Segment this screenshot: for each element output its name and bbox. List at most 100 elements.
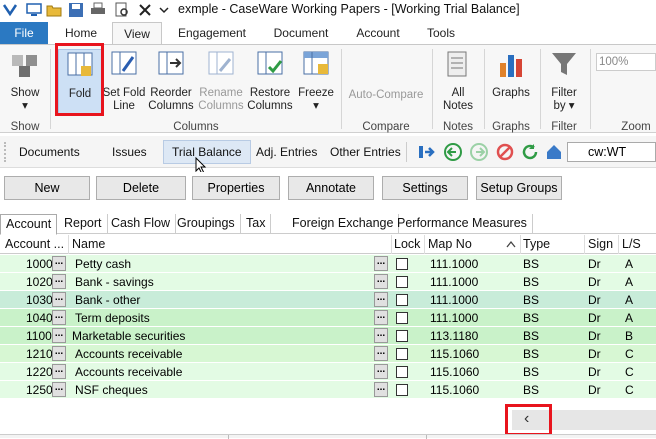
- reorder-columns-button[interactable]: Reorder Columns: [147, 49, 195, 113]
- open-folder-icon[interactable]: [46, 2, 62, 18]
- show-button[interactable]: Show ▾: [4, 49, 46, 113]
- chevron-down-icon[interactable]: [156, 2, 172, 18]
- close-icon[interactable]: [137, 2, 153, 18]
- account-lookup-button[interactable]: ...: [52, 364, 66, 379]
- tab-document[interactable]: Document: [266, 22, 336, 44]
- lock-checkbox[interactable]: [396, 276, 408, 288]
- tab-engagement[interactable]: Engagement: [170, 22, 254, 44]
- graphs-button[interactable]: Graphs: [488, 49, 534, 100]
- tab-foreign-exchange[interactable]: Foreign Exchange: [287, 214, 400, 234]
- refresh-icon[interactable]: [521, 143, 539, 161]
- nav-documents[interactable]: Documents: [19, 145, 80, 159]
- cell-sign: Dr: [588, 275, 601, 289]
- cell-type: BS: [523, 311, 540, 325]
- table-row[interactable]: 1250... NSF cheques... 115.1060 BS Dr C: [0, 381, 656, 399]
- tab-account-sheet[interactable]: Account: [0, 214, 58, 235]
- print-preview-icon[interactable]: [114, 2, 130, 18]
- go-to-icon[interactable]: [418, 144, 436, 160]
- lock-checkbox[interactable]: [396, 294, 408, 306]
- account-lookup-button[interactable]: ...: [52, 346, 66, 361]
- cell-account: 1020: [26, 275, 53, 289]
- table-row[interactable]: 1020... Bank - savings... 111.1000 BS Dr A: [0, 273, 656, 291]
- name-lookup-button[interactable]: ...: [374, 292, 388, 307]
- monitor-icon[interactable]: [26, 2, 42, 18]
- window-title: exmple - CaseWare Working Papers - [Work…: [178, 2, 520, 16]
- lock-checkbox[interactable]: [396, 348, 408, 360]
- col-map-no[interactable]: Map No: [428, 237, 472, 251]
- col-lock[interactable]: Lock: [394, 237, 420, 251]
- lock-checkbox[interactable]: [396, 384, 408, 396]
- rename-columns-button[interactable]: Rename Columns: [197, 49, 245, 113]
- account-lookup-button[interactable]: ...: [52, 292, 66, 307]
- tab-view[interactable]: View: [112, 22, 162, 45]
- col-divider: [424, 235, 425, 254]
- tab-home[interactable]: Home: [56, 22, 106, 44]
- cw-address-field[interactable]: cw:WT: [567, 142, 656, 162]
- settings-button[interactable]: Settings: [382, 176, 468, 200]
- filter-by-button[interactable]: Filter by ▾: [544, 49, 584, 113]
- tab-report[interactable]: Report: [59, 214, 108, 234]
- auto-compare-button[interactable]: Auto-Compare: [344, 89, 428, 102]
- reorder-columns-icon: [158, 51, 184, 75]
- table-row[interactable]: 1220... Accounts receivable... 115.1060 BS D…: [0, 363, 656, 381]
- restore-columns-button[interactable]: Restore Columns: [246, 49, 294, 113]
- tab-groupings[interactable]: Groupings: [172, 214, 241, 234]
- table-row[interactable]: 1030... Bank - other... 111.1000 BS Dr A: [0, 291, 656, 309]
- back-icon[interactable]: [444, 143, 462, 161]
- delete-button[interactable]: Delete: [96, 176, 186, 200]
- name-lookup-button[interactable]: ...: [374, 382, 388, 397]
- account-lookup-button[interactable]: ...: [52, 328, 66, 343]
- setup-groups-button[interactable]: Setup Groups: [476, 176, 562, 200]
- annotate-button[interactable]: Annotate: [288, 176, 374, 200]
- account-lookup-button[interactable]: ...: [52, 310, 66, 325]
- tab-file[interactable]: File: [0, 22, 48, 44]
- table-row[interactable]: 1210... Accounts receivable... 115.1060 BS D…: [0, 345, 656, 363]
- cell-account: 1250: [26, 383, 53, 397]
- freeze-button[interactable]: Freeze ▾: [296, 49, 336, 113]
- name-lookup-button[interactable]: ...: [374, 256, 388, 271]
- properties-button[interactable]: Properties: [192, 176, 280, 200]
- lock-checkbox[interactable]: [396, 312, 408, 324]
- account-lookup-button[interactable]: ...: [52, 382, 66, 397]
- forward-icon[interactable]: [470, 143, 488, 161]
- tab-cash-flow[interactable]: Cash Flow: [106, 214, 177, 234]
- col-sign[interactable]: Sign: [588, 237, 613, 251]
- account-lookup-button[interactable]: ...: [52, 256, 66, 271]
- show-label: Show: [10, 87, 40, 99]
- zoom-field[interactable]: 100%: [596, 53, 656, 71]
- tab-tools[interactable]: Tools: [418, 22, 464, 44]
- lock-checkbox[interactable]: [396, 258, 408, 270]
- table-row[interactable]: 1000... Petty cash... 111.1000 BS Dr A: [0, 255, 656, 273]
- col-account[interactable]: Account ...: [5, 237, 64, 251]
- lock-checkbox[interactable]: [396, 330, 408, 342]
- all-notes-button[interactable]: All Notes: [436, 49, 480, 113]
- lock-checkbox[interactable]: [396, 366, 408, 378]
- table-row[interactable]: 1100... Marketable securities... 113.1180 B…: [0, 327, 656, 345]
- group-divider: [590, 49, 591, 129]
- name-lookup-button[interactable]: ...: [374, 328, 388, 343]
- col-name[interactable]: Name: [72, 237, 105, 251]
- new-button[interactable]: New: [4, 176, 90, 200]
- home-icon[interactable]: [545, 143, 563, 161]
- col-ls[interactable]: L/S: [622, 237, 641, 251]
- col-type[interactable]: Type: [523, 237, 550, 251]
- table-row[interactable]: 1040... Term deposits... 111.1000 BS Dr A: [0, 309, 656, 327]
- cell-name: Term deposits: [75, 311, 150, 325]
- name-lookup-button[interactable]: ...: [374, 364, 388, 379]
- name-lookup-button[interactable]: ...: [374, 346, 388, 361]
- cell-type: BS: [523, 383, 540, 397]
- reorder-columns-label: Reorder: [150, 87, 192, 99]
- account-lookup-button[interactable]: ...: [52, 274, 66, 289]
- save-icon[interactable]: [68, 2, 84, 18]
- stop-icon[interactable]: [496, 143, 514, 161]
- name-lookup-button[interactable]: ...: [374, 310, 388, 325]
- print-icon[interactable]: [90, 2, 106, 18]
- nav-issues[interactable]: Issues: [112, 145, 147, 159]
- nav-other-entries[interactable]: Other Entries: [330, 145, 401, 159]
- tab-account[interactable]: Account: [348, 22, 408, 44]
- name-lookup-button[interactable]: ...: [374, 274, 388, 289]
- nav-adj-entries[interactable]: Adj. Entries: [256, 145, 317, 159]
- tab-tax[interactable]: Tax: [241, 214, 272, 234]
- set-fold-line-button[interactable]: Set Fold Line: [102, 49, 146, 113]
- tab-performance-measures[interactable]: Performance Measures: [392, 214, 533, 234]
